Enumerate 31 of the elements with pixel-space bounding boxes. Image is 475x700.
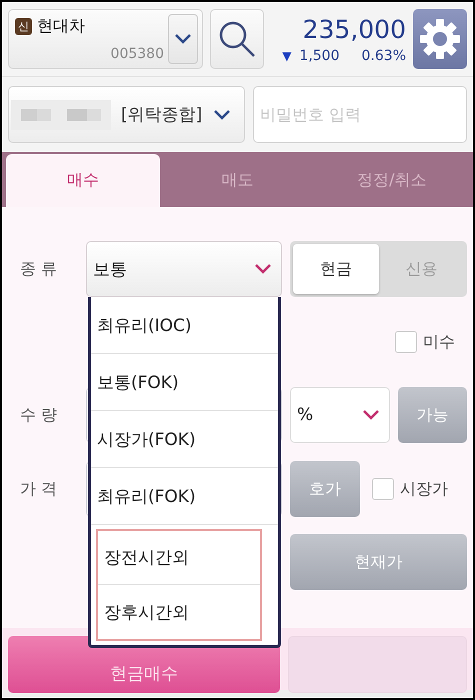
change-rate: 0.63% <box>362 48 406 64</box>
search-icon <box>218 20 256 58</box>
chevron-down-icon <box>214 110 230 120</box>
stock-selector[interactable]: 신 현대차 005380 <box>8 9 203 69</box>
chevron-down-icon <box>255 264 271 274</box>
field-label: 가 격 <box>19 478 58 500</box>
checkbox[interactable] <box>395 331 417 353</box>
checkbox-label: 시장가 <box>400 478 448 500</box>
order-tab[interactable]: 매수 <box>6 154 160 207</box>
down-arrow: ▼ <box>282 48 292 62</box>
settings-icon <box>419 18 461 60</box>
unit-select[interactable]: % <box>290 387 390 443</box>
account-selector[interactable]: [위탁종합] <box>8 86 245 143</box>
search-button[interactable] <box>210 9 264 69</box>
toggle-option[interactable]: 현금 <box>293 244 378 294</box>
order-type-select[interactable]: 보통 <box>86 241 282 297</box>
field-label: 수 량 <box>19 404 58 426</box>
checkbox[interactable] <box>372 478 394 500</box>
field-label: 종 류 <box>19 258 58 280</box>
settings-button[interactable] <box>413 9 467 69</box>
account-type: [위탁종합] <box>121 104 204 126</box>
credit-badge: 신 <box>15 18 32 35</box>
password-field[interactable]: 비밀번호 입력 <box>253 86 467 143</box>
stock-dropdown-button[interactable] <box>168 14 198 64</box>
chevron-down-icon <box>363 410 379 420</box>
chevron-down-icon <box>175 34 191 44</box>
stock-name: 현대차 <box>37 16 85 37</box>
current-price: 235,000 <box>302 14 406 44</box>
price-change: 1,500 <box>299 48 340 64</box>
checkbox-label: 미수 <box>423 332 455 352</box>
stock-code: 005380 <box>110 46 164 62</box>
